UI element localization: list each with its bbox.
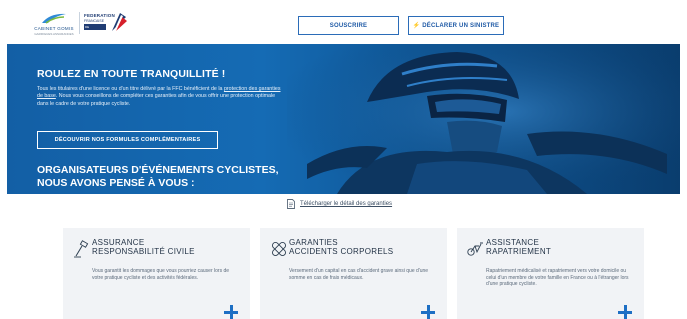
- download-guarantees-link[interactable]: Télécharger le détail des garanties: [287, 198, 392, 210]
- card-title: ASSISTANCE RAPATRIEMENT: [486, 238, 551, 256]
- hero-description: Tous les titulaires d'une licence ou d'u…: [37, 86, 287, 108]
- organizers-heading: ORGANISATEURS D'ÉVÉNEMENTS CYCLISTES, NO…: [37, 164, 279, 189]
- company-logo[interactable]: CABINET GOMIS GARRIGUES ASSURANCES: [30, 11, 78, 37]
- card-title: ASSURANCE RESPONSABILITÉ CIVILE: [92, 238, 195, 256]
- logo-swoosh-icon: [42, 13, 66, 24]
- expand-plus-icon[interactable]: [224, 305, 238, 319]
- hero-title: ROULEZ EN TOUTE TRANQUILLITÉ !: [37, 68, 226, 80]
- hero-description-part2: . Nous vous conseillons de compléter ces…: [37, 93, 276, 107]
- card-title-line2: RAPATRIEMENT: [486, 247, 552, 256]
- subscribe-button[interactable]: SOUSCRIRE: [298, 16, 399, 35]
- gavel-icon: [74, 240, 89, 258]
- bike-icon: [467, 242, 483, 256]
- card-repatriation[interactable]: ASSISTANCE RAPATRIEMENT Rapatriement méd…: [457, 228, 644, 319]
- logo-divider: [79, 12, 80, 34]
- card-title-line1: ASSURANCE: [92, 238, 145, 247]
- card-civil-liability[interactable]: ASSURANCE RESPONSABILITÉ CIVILE Vous gar…: [63, 228, 250, 319]
- discover-formulas-button[interactable]: DÉCOUVRIR NOS FORMULES COMPLÉMENTAIRES: [37, 131, 218, 149]
- logo-text: CABINET GOMIS: [34, 26, 74, 31]
- card-description: Versement d'un capital en cas d'accident…: [289, 268, 429, 281]
- document-icon: [287, 199, 295, 209]
- hero-description-part1: Tous les titulaires d'une licence ou d'u…: [37, 86, 224, 92]
- card-description: Rapatriement médicalisé et rapatriement …: [486, 268, 629, 288]
- expand-plus-icon[interactable]: [618, 305, 632, 319]
- ffc-flag-icon: [112, 13, 127, 31]
- hero-banner: ROULEZ EN TOUTE TRANQUILLITÉ ! Tous les …: [7, 44, 680, 194]
- download-label: Télécharger le détail des garanties: [300, 201, 393, 207]
- card-title-line2: RESPONSABILITÉ CIVILE: [92, 247, 195, 256]
- card-title-line2: ACCIDENTS CORPORELS: [289, 247, 394, 256]
- declare-claim-button[interactable]: ⚡ DÉCLARER UN SINISTRE: [408, 16, 504, 35]
- logo-subtext: GARRIGUES ASSURANCES: [34, 32, 74, 36]
- expand-plus-icon[interactable]: [421, 305, 435, 319]
- card-title: GARANTIES ACCIDENTS CORPORELS: [289, 238, 393, 256]
- bandage-icon: [272, 242, 286, 256]
- card-title-line1: GARANTIES: [289, 238, 338, 247]
- card-title-line1: ASSISTANCE: [486, 238, 540, 247]
- card-description: Vous garantit les dommages que vous pour…: [92, 268, 230, 281]
- card-bodily-accidents[interactable]: GARANTIES ACCIDENTS CORPORELS Versement …: [260, 228, 447, 319]
- site-header: CABINET GOMIS GARRIGUES ASSURANCES FEDER…: [0, 0, 687, 44]
- ffc-logo-line2: FRANCAISE: [84, 19, 105, 23]
- ffc-logo[interactable]: FEDERATION FRANCAISE DE CYCLISME: [84, 11, 130, 35]
- ffc-logo-line3: DE CYCLISME: [84, 24, 106, 33]
